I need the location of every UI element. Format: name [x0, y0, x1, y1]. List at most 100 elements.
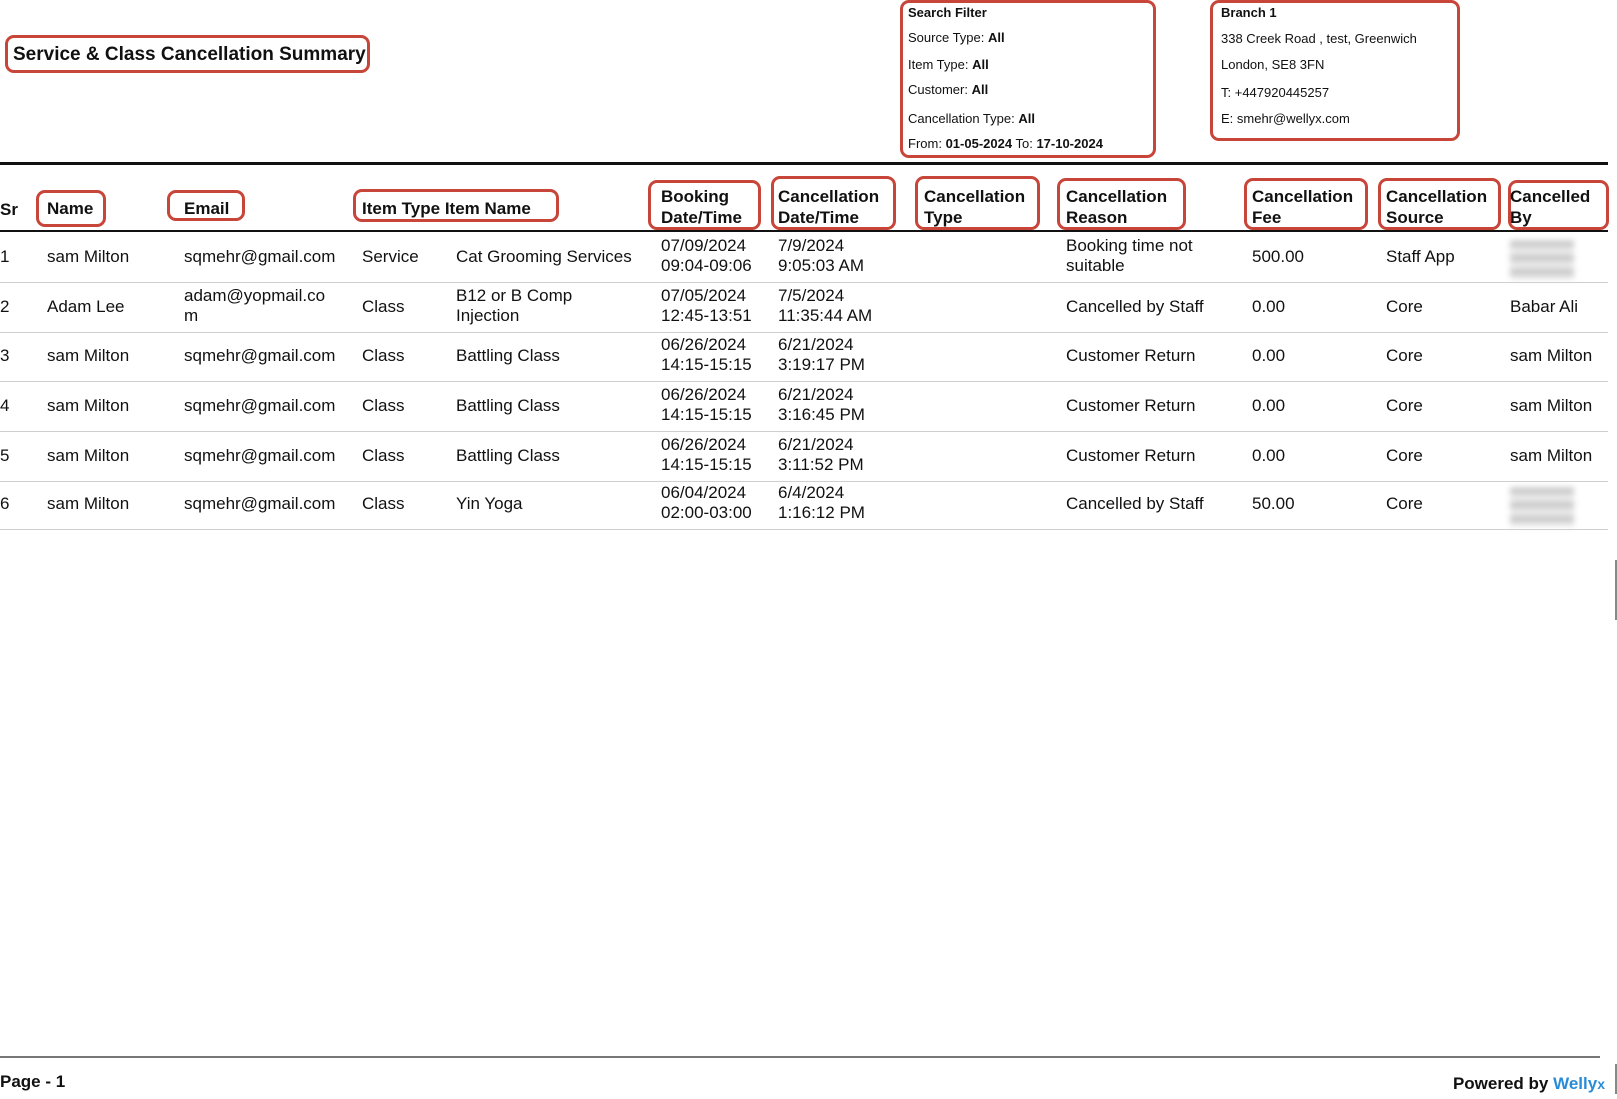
- cell-cancellation-datetime: 7/9/2024 9:05:03 AM: [778, 236, 865, 275]
- cell-cancellation-datetime: 6/21/2024 3:11:52 PM: [778, 435, 864, 474]
- table-row-divider: [0, 381, 1608, 382]
- header-cancellation-fee: Cancellation Fee: [1252, 186, 1353, 228]
- branch-email: E: smehr@wellyx.com: [1221, 111, 1350, 126]
- header-cancellation-source: Cancellation Source: [1386, 186, 1487, 228]
- cell-source: Core: [1386, 346, 1423, 365]
- cell-booking-datetime: 06/26/2024 14:15-15:15: [661, 435, 752, 474]
- cell-name: sam Milton: [47, 446, 130, 465]
- filter-customer: Customer: All: [908, 82, 988, 97]
- cell-source: Core: [1386, 446, 1423, 465]
- filter-to-value: 17-10-2024: [1036, 136, 1103, 151]
- header-booking-datetime: Booking Date/Time: [661, 186, 742, 228]
- cell-item-type: Class: [362, 446, 405, 465]
- cell-item-name: Battling Class: [456, 346, 560, 365]
- cell-fee: 50.00: [1252, 494, 1295, 513]
- cell-email: sqmehr@gmail.com: [184, 247, 336, 266]
- filter-cancellation-type: Cancellation Type: All: [908, 111, 1035, 126]
- cell-cancellation-datetime: 6/21/2024 3:16:45 PM: [778, 385, 865, 424]
- header-cancel-type-line1: Cancellation: [924, 187, 1026, 206]
- filter-source-type-value: All: [988, 30, 1005, 45]
- filter-customer-label: Customer:: [908, 82, 968, 97]
- header-email: Email: [184, 199, 230, 218]
- branch-address-line1: 338 Creek Road , test, Greenwich: [1221, 31, 1417, 46]
- header-cancel-reason-line2: Reason: [1066, 208, 1128, 227]
- table-row-divider: [0, 332, 1608, 333]
- branch-address-line2: London, SE8 3FN: [1221, 57, 1325, 72]
- report-title: Service & Class Cancellation Summary: [13, 44, 366, 65]
- cell-email: sqmehr@gmail.com: [184, 494, 336, 513]
- filter-cancellation-type-value: All: [1018, 111, 1035, 126]
- brand-name-tail: x: [1597, 1076, 1605, 1092]
- redacted-name: [1510, 487, 1574, 527]
- cell-fee: 0.00: [1252, 396, 1286, 415]
- cell-source: Staff App: [1386, 247, 1455, 266]
- branch-phone: T: +447920445257: [1221, 85, 1330, 100]
- cell-booking-datetime: 07/09/2024 09:04-09:06: [661, 236, 752, 275]
- brand-logo: Wellyx: [1553, 1074, 1605, 1093]
- filter-customer-value: All: [971, 82, 989, 97]
- cell-item-name: B12 or B Comp Injection: [456, 286, 573, 325]
- cell-booking-datetime: 06/26/2024 14:15-15:15: [661, 335, 752, 374]
- header-cancellation-datetime: Cancellation Date/Time: [778, 186, 879, 228]
- cell-email: sqmehr@gmail.com: [184, 346, 336, 365]
- cell-source: Core: [1386, 396, 1423, 415]
- search-filter-heading: Search Filter: [908, 5, 987, 20]
- header-name: Name: [47, 199, 94, 218]
- filter-date-range: From: 01-05-2024 To: 17-10-2024: [908, 136, 1103, 151]
- cell-cancelled-by: Babar Ali: [1510, 297, 1579, 316]
- cell-source: Core: [1386, 494, 1423, 513]
- cell-item-type: Class: [362, 346, 405, 365]
- cell-cancellation-reason: Customer Return: [1066, 396, 1196, 415]
- header-cancel-reason-line1: Cancellation: [1066, 187, 1168, 206]
- branch-name: Branch 1: [1221, 5, 1277, 20]
- table-row-divider: [0, 481, 1608, 482]
- header-cancelled-by-line1: Cancelled: [1510, 187, 1591, 206]
- filter-source-type: Source Type: All: [908, 30, 1005, 45]
- cell-booking-datetime: 06/26/2024 14:15-15:15: [661, 385, 752, 424]
- header-cancel-dt-line2: Date/Time: [778, 208, 859, 227]
- header-divider: [0, 162, 1608, 165]
- cell-email: sqmehr@gmail.com: [184, 446, 336, 465]
- table-row-divider: [0, 282, 1608, 283]
- cell-item-type: Class: [362, 297, 405, 316]
- cell-cancellation-reason: Customer Return: [1066, 446, 1196, 465]
- search-filter-annotation: [900, 0, 1156, 158]
- cell-name: sam Milton: [47, 396, 130, 415]
- cell-fee: 0.00: [1252, 446, 1286, 465]
- cell-cancellation-reason: Customer Return: [1066, 346, 1196, 365]
- cell-item-type: Class: [362, 494, 405, 513]
- cell-cancellation-reason: Booking time not suitable: [1066, 236, 1193, 275]
- filter-source-type-label: Source Type:: [908, 30, 985, 45]
- cell-name: sam Milton: [47, 494, 130, 513]
- cell-email: sqmehr@gmail.com: [184, 396, 336, 415]
- table-row-divider: [0, 431, 1608, 432]
- header-cancelled-by-line2: By: [1510, 208, 1532, 227]
- brand-name: Welly: [1553, 1074, 1598, 1093]
- cell-cancellation-reason: Cancelled by Staff: [1066, 297, 1204, 316]
- header-item-type-item-name: Item Type Item Name: [362, 199, 531, 218]
- cell-name: Adam Lee: [47, 297, 125, 316]
- table-header-rule: [0, 230, 1608, 232]
- header-cancel-fee-line2: Fee: [1252, 208, 1282, 227]
- header-cancel-fee-line1: Cancellation: [1252, 187, 1354, 206]
- filter-item-type-value: All: [972, 57, 989, 72]
- cell-fee: 0.00: [1252, 346, 1286, 365]
- cell-cancellation-datetime: 6/21/2024 3:19:17 PM: [778, 335, 865, 374]
- cell-sr: 3: [0, 346, 10, 365]
- filter-cancellation-type-label: Cancellation Type:: [908, 111, 1015, 126]
- cell-item-type: Service: [362, 247, 419, 266]
- page-number: Page - 1: [0, 1072, 66, 1091]
- cell-source: Core: [1386, 297, 1423, 316]
- cell-cancelled-by: sam Milton: [1510, 446, 1593, 465]
- cell-sr: 1: [0, 247, 10, 266]
- cell-cancelled-by: sam Milton: [1510, 396, 1593, 415]
- cell-fee: 0.00: [1252, 297, 1286, 316]
- table-row-divider: [0, 529, 1608, 530]
- powered-by-label: Powered by: [1452, 1074, 1549, 1093]
- cell-sr: 5: [0, 446, 10, 465]
- cell-cancellation-datetime: 7/5/2024 11:35:44 AM: [778, 286, 873, 325]
- header-booking-line2: Date/Time: [661, 208, 742, 227]
- filter-item-type: Item Type: All: [908, 57, 989, 72]
- filter-from-value: 01-05-2024: [945, 136, 1013, 151]
- header-cancelled-by: Cancelled By: [1510, 186, 1590, 228]
